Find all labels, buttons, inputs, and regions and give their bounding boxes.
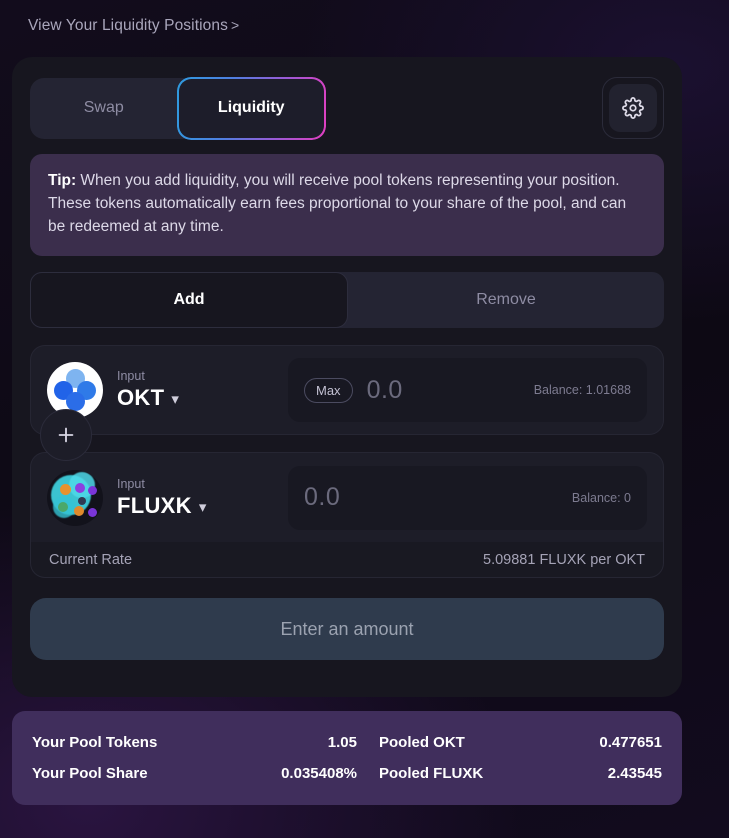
current-rate-label: Current Rate — [49, 551, 133, 568]
fluxk-logo-dot-orange-1 — [60, 483, 71, 495]
pooled-okt-label: Pooled OKT — [379, 734, 465, 751]
fluxk-input-label: Input — [117, 476, 145, 491]
chevron-right-icon: > — [230, 17, 240, 33]
tab-swap[interactable]: Swap — [30, 78, 178, 139]
fluxk-logo-dot-purple-2 — [88, 485, 97, 495]
pool-stats-row: Your Pool Share 0.035408% Pooled FLUXK 2… — [32, 765, 662, 782]
fluxk-token-logo-icon — [47, 469, 103, 526]
gear-icon — [622, 97, 644, 119]
token-input-okt: Input OKT ▾ Max 0.0 Balance: 1.01688 — [30, 345, 664, 436]
okt-balance-label: Balance: 1.01688 — [533, 383, 631, 398]
pooled-fluxk-label: Pooled FLUXK — [379, 765, 484, 782]
enter-amount-button[interactable]: Enter an amount — [30, 598, 664, 661]
your-pool-tokens-label: Your Pool Tokens — [32, 734, 158, 751]
fluxk-logo-dot-dark — [78, 496, 86, 505]
fluxk-token-selector[interactable]: FLUXK ▾ — [117, 493, 207, 519]
okt-token-symbol: OKT — [117, 385, 165, 411]
pool-stats-row: Your Pool Tokens 1.05 Pooled OKT 0.47765… — [32, 734, 662, 751]
fluxk-logo-dot-green — [58, 501, 68, 512]
fluxk-amount-box: 0.0 Balance: 0 — [288, 465, 647, 530]
tip-prefix: Tip: — [48, 172, 77, 189]
fluxk-logo-dot-orange-2 — [74, 505, 84, 516]
tab-add[interactable]: Add — [30, 272, 348, 329]
fluxk-balance-label: Balance: 0 — [571, 490, 631, 505]
fluxk-token-meta: Input FLUXK ▾ — [117, 477, 207, 519]
okt-amount-input[interactable]: 0.0 — [367, 376, 403, 405]
view-liquidity-positions-link[interactable]: View Your Liquidity Positions > — [28, 17, 239, 35]
current-rate-row: Current Rate 5.09881 FLUXK per OKT — [30, 542, 664, 579]
okt-token-selector[interactable]: OKT ▾ — [117, 385, 179, 411]
okt-input-label: Input — [117, 369, 145, 384]
max-button[interactable]: Max — [304, 377, 353, 403]
your-pool-tokens-value: 1.05 — [327, 734, 357, 751]
okt-amount-box: Max 0.0 Balance: 1.01688 — [288, 358, 647, 423]
token-input-fluxk: Input FLUXK ▾ 0.0 Balance: 0 — [30, 452, 664, 543]
liquidity-page: View Your Liquidity Positions > Swap Liqu… — [0, 0, 729, 838]
fluxk-logo-dot-purple-3 — [88, 507, 97, 517]
fluxk-amount-input[interactable]: 0.0 — [304, 483, 340, 512]
pool-stats-panel: Your Pool Tokens 1.05 Pooled OKT 0.47765… — [12, 711, 682, 805]
chevron-down-icon: ▾ — [198, 498, 207, 516]
fluxk-logo-dot-purple-1 — [75, 482, 85, 493]
view-liquidity-positions-label: View Your Liquidity Positions — [28, 17, 228, 34]
swap-liquidity-toggle: Swap Liquidity — [30, 77, 325, 139]
chevron-down-icon: ▾ — [171, 391, 180, 409]
current-rate-value: 5.09881 FLUXK per OKT — [483, 551, 645, 568]
liquidity-tip: Tip: When you add liquidity, you will re… — [30, 154, 664, 257]
pooled-okt-value: 0.477651 — [599, 734, 662, 751]
okt-token-meta: Input OKT ▾ — [117, 369, 179, 411]
tab-liquidity[interactable]: Liquidity — [177, 77, 325, 139]
plus-icon — [58, 428, 74, 443]
card-top-row: Swap Liquidity — [30, 77, 664, 139]
settings-button[interactable] — [602, 77, 664, 139]
your-pool-share-value: 0.035408% — [281, 765, 357, 782]
fluxk-panel-group: Input FLUXK ▾ 0.0 Balance: 0 Current Rat… — [30, 452, 664, 579]
tab-remove[interactable]: Remove — [348, 272, 664, 328]
fluxk-token-symbol: FLUXK — [117, 492, 192, 518]
your-pool-share-label: Your Pool Share — [32, 765, 148, 782]
add-token-button[interactable] — [40, 409, 92, 462]
tip-text: When you add liquidity, you will receive… — [48, 172, 627, 235]
swap-liquidity-card: Swap Liquidity Tip: When you add liquidi… — [12, 57, 682, 697]
add-remove-toggle: Add Remove — [30, 272, 664, 329]
pooled-fluxk-value: 2.43545 — [607, 765, 662, 782]
settings-button-inner — [609, 84, 657, 132]
